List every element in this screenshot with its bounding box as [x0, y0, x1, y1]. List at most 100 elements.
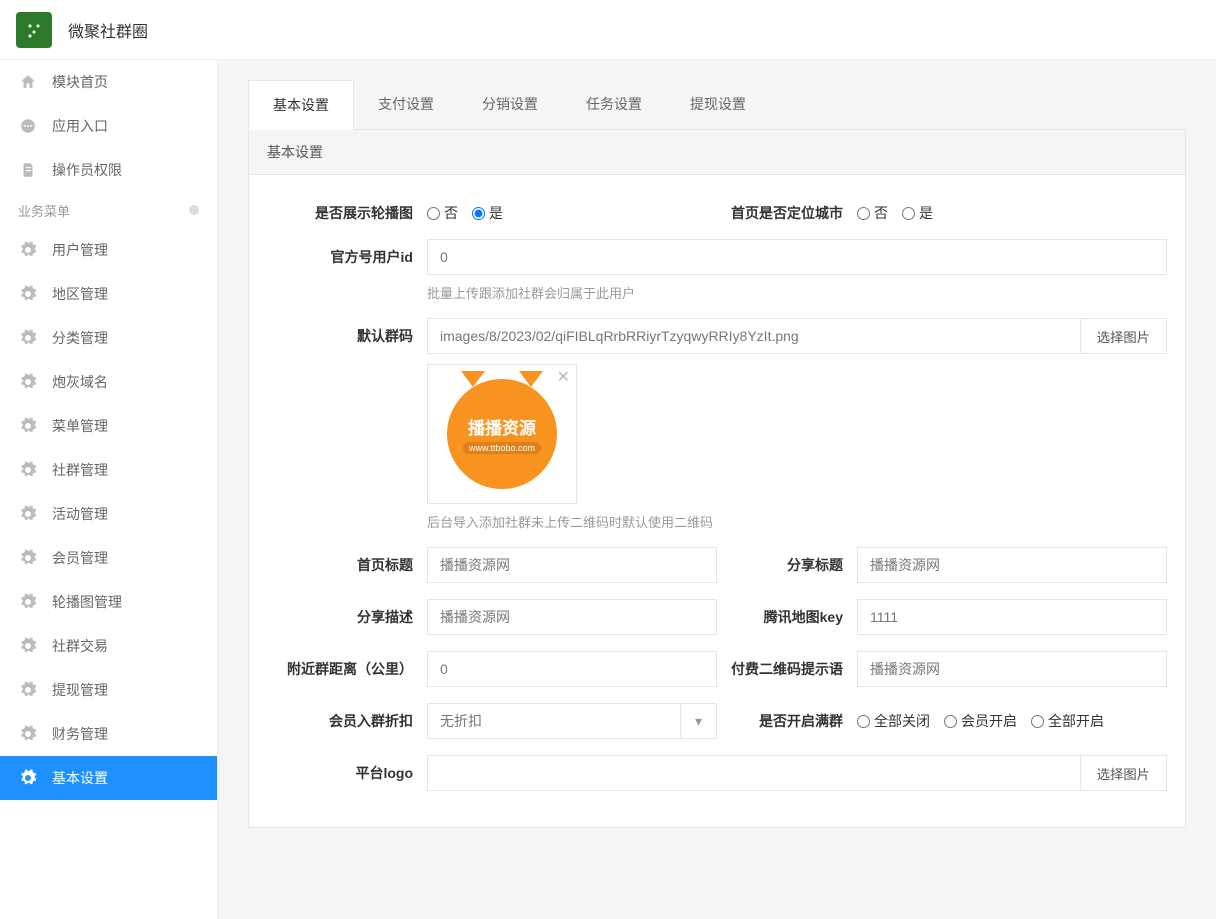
map-key-input[interactable] — [857, 599, 1167, 635]
sidebar-item-label: 提现管理 — [52, 680, 108, 700]
official-id-help: 批量上传跟添加社群会归属于此用户 — [427, 283, 1167, 302]
qr-preview: ✕ 播播资源 www.ttbobo.com — [427, 364, 577, 504]
share-desc-label: 分享描述 — [267, 599, 427, 627]
close-icon[interactable]: ✕ — [557, 367, 570, 387]
gear-icon — [18, 460, 38, 480]
discount-select[interactable]: 无折扣 — [427, 703, 681, 739]
gear-icon — [18, 240, 38, 260]
sidebar-item-label: 分类管理 — [52, 328, 108, 348]
sidebar-item-label: 地区管理 — [52, 284, 108, 304]
doc-icon — [18, 160, 38, 180]
default-qr-help: 后台导入添加社群未上传二维码时默认使用二维码 — [427, 512, 1167, 531]
gear-icon — [18, 680, 38, 700]
locate-yes-radio[interactable]: 是 — [902, 203, 933, 223]
gear-icon — [18, 636, 38, 656]
sidebar-item-label: 炮灰域名 — [52, 372, 108, 392]
locate-label: 首页是否定位城市 — [717, 195, 857, 223]
sidebar-item-region-mgmt[interactable]: 地区管理 — [0, 272, 217, 316]
default-qr-label: 默认群码 — [267, 318, 427, 346]
sidebar-item-finance-mgmt[interactable]: 财务管理 — [0, 712, 217, 756]
gear-icon — [18, 592, 38, 612]
select-logo-button[interactable]: 选择图片 — [1081, 755, 1167, 791]
home-icon — [18, 72, 38, 92]
tab-basic[interactable]: 基本设置 — [248, 80, 354, 130]
distance-input[interactable] — [427, 651, 717, 687]
gear-icon — [18, 724, 38, 744]
sidebar-item-trade[interactable]: 社群交易 — [0, 624, 217, 668]
sidebar-item-withdraw-mgmt[interactable]: 提现管理 — [0, 668, 217, 712]
share-title-label: 分享标题 — [717, 547, 857, 575]
chat-icon — [18, 116, 38, 136]
share-title-input[interactable] — [857, 547, 1167, 583]
locate-no-radio[interactable]: 否 — [857, 203, 888, 223]
chevron-down-icon[interactable]: ▾ — [681, 703, 717, 739]
gear-icon — [18, 372, 38, 392]
app-logo — [16, 12, 52, 48]
sidebar-item-label: 操作员权限 — [52, 160, 122, 180]
sidebar-item-label: 模块首页 — [52, 72, 108, 92]
sidebar-item-home[interactable]: 模块首页 — [0, 60, 217, 104]
sidebar-item-category-mgmt[interactable]: 分类管理 — [0, 316, 217, 360]
sidebar-item-domain[interactable]: 炮灰域名 — [0, 360, 217, 404]
sidebar-item-member-mgmt[interactable]: 会员管理 — [0, 536, 217, 580]
paid-qr-input[interactable] — [857, 651, 1167, 687]
sidebar-item-label: 会员管理 — [52, 548, 108, 568]
sidebar-item-activity-mgmt[interactable]: 活动管理 — [0, 492, 217, 536]
share-desc-input[interactable] — [427, 599, 717, 635]
official-id-input[interactable] — [427, 239, 1167, 275]
gear-icon — [18, 284, 38, 304]
app-title: 微聚社群圈 — [68, 18, 148, 42]
sidebar-item-operator[interactable]: 操作员权限 — [0, 148, 217, 192]
gear-icon — [18, 328, 38, 348]
home-title-input[interactable] — [427, 547, 717, 583]
sidebar-item-label: 应用入口 — [52, 116, 108, 136]
logo-input[interactable] — [427, 755, 1081, 791]
carousel-label: 是否展示轮播图 — [267, 195, 427, 223]
discount-label: 会员入群折扣 — [267, 703, 427, 731]
paid-qr-label: 付费二维码提示语 — [717, 651, 857, 679]
full-group-label: 是否开启满群 — [717, 703, 857, 731]
carousel-no-radio[interactable]: 否 — [427, 203, 458, 223]
sidebar-item-label: 社群交易 — [52, 636, 108, 656]
sidebar-item-community-mgmt[interactable]: 社群管理 — [0, 448, 217, 492]
settings-panel: 基本设置 是否展示轮播图 否 是 首页是否定位城市 — [248, 130, 1186, 828]
tab-withdraw[interactable]: 提现设置 — [666, 80, 770, 129]
official-id-label: 官方号用户id — [267, 239, 427, 267]
sidebar-item-label: 社群管理 — [52, 460, 108, 480]
full-group-close-radio[interactable]: 全部关闭 — [857, 711, 930, 731]
sidebar-item-label: 用户管理 — [52, 240, 108, 260]
gear-icon — [18, 768, 38, 788]
sidebar-item-app-entry[interactable]: 应用入口 — [0, 104, 217, 148]
main-content: 基本设置 支付设置 分销设置 任务设置 提现设置 基本设置 是否展示轮播图 否 … — [218, 60, 1216, 919]
gear-icon — [18, 548, 38, 568]
sidebar-item-label: 菜单管理 — [52, 416, 108, 436]
select-image-button[interactable]: 选择图片 — [1081, 318, 1167, 354]
tab-task[interactable]: 任务设置 — [562, 80, 666, 129]
full-group-all-radio[interactable]: 全部开启 — [1031, 711, 1104, 731]
carousel-yes-radio[interactable]: 是 — [472, 203, 503, 223]
map-key-label: 腾讯地图key — [717, 599, 857, 627]
sidebar-item-basic-settings[interactable]: 基本设置 — [0, 756, 217, 800]
distance-label: 附近群距离（公里） — [267, 651, 427, 679]
sidebar-item-label: 轮播图管理 — [52, 592, 122, 612]
full-group-member-radio[interactable]: 会员开启 — [944, 711, 1017, 731]
tab-distribution[interactable]: 分销设置 — [458, 80, 562, 129]
collapse-dot-icon[interactable] — [189, 205, 199, 215]
gear-icon — [18, 416, 38, 436]
tab-payment[interactable]: 支付设置 — [354, 80, 458, 129]
home-title-label: 首页标题 — [267, 547, 427, 575]
sidebar-section-business: 业务菜单 — [0, 192, 217, 228]
sidebar: 模块首页 应用入口 操作员权限 业务菜单 用户管理 地区管理 分类管理 炮灰域名… — [0, 60, 218, 919]
gear-icon — [18, 504, 38, 524]
sidebar-item-label: 活动管理 — [52, 504, 108, 524]
logo-label: 平台logo — [267, 755, 427, 783]
sidebar-item-label: 基本设置 — [52, 768, 108, 788]
sidebar-item-user-mgmt[interactable]: 用户管理 — [0, 228, 217, 272]
sidebar-item-carousel-mgmt[interactable]: 轮播图管理 — [0, 580, 217, 624]
default-qr-input[interactable] — [427, 318, 1081, 354]
sidebar-item-menu-mgmt[interactable]: 菜单管理 — [0, 404, 217, 448]
sidebar-item-label: 财务管理 — [52, 724, 108, 744]
header: 微聚社群圈 — [0, 0, 1216, 60]
sidebar-section-label: 业务菜单 — [18, 201, 70, 220]
tab-bar: 基本设置 支付设置 分销设置 任务设置 提现设置 — [248, 80, 1186, 130]
